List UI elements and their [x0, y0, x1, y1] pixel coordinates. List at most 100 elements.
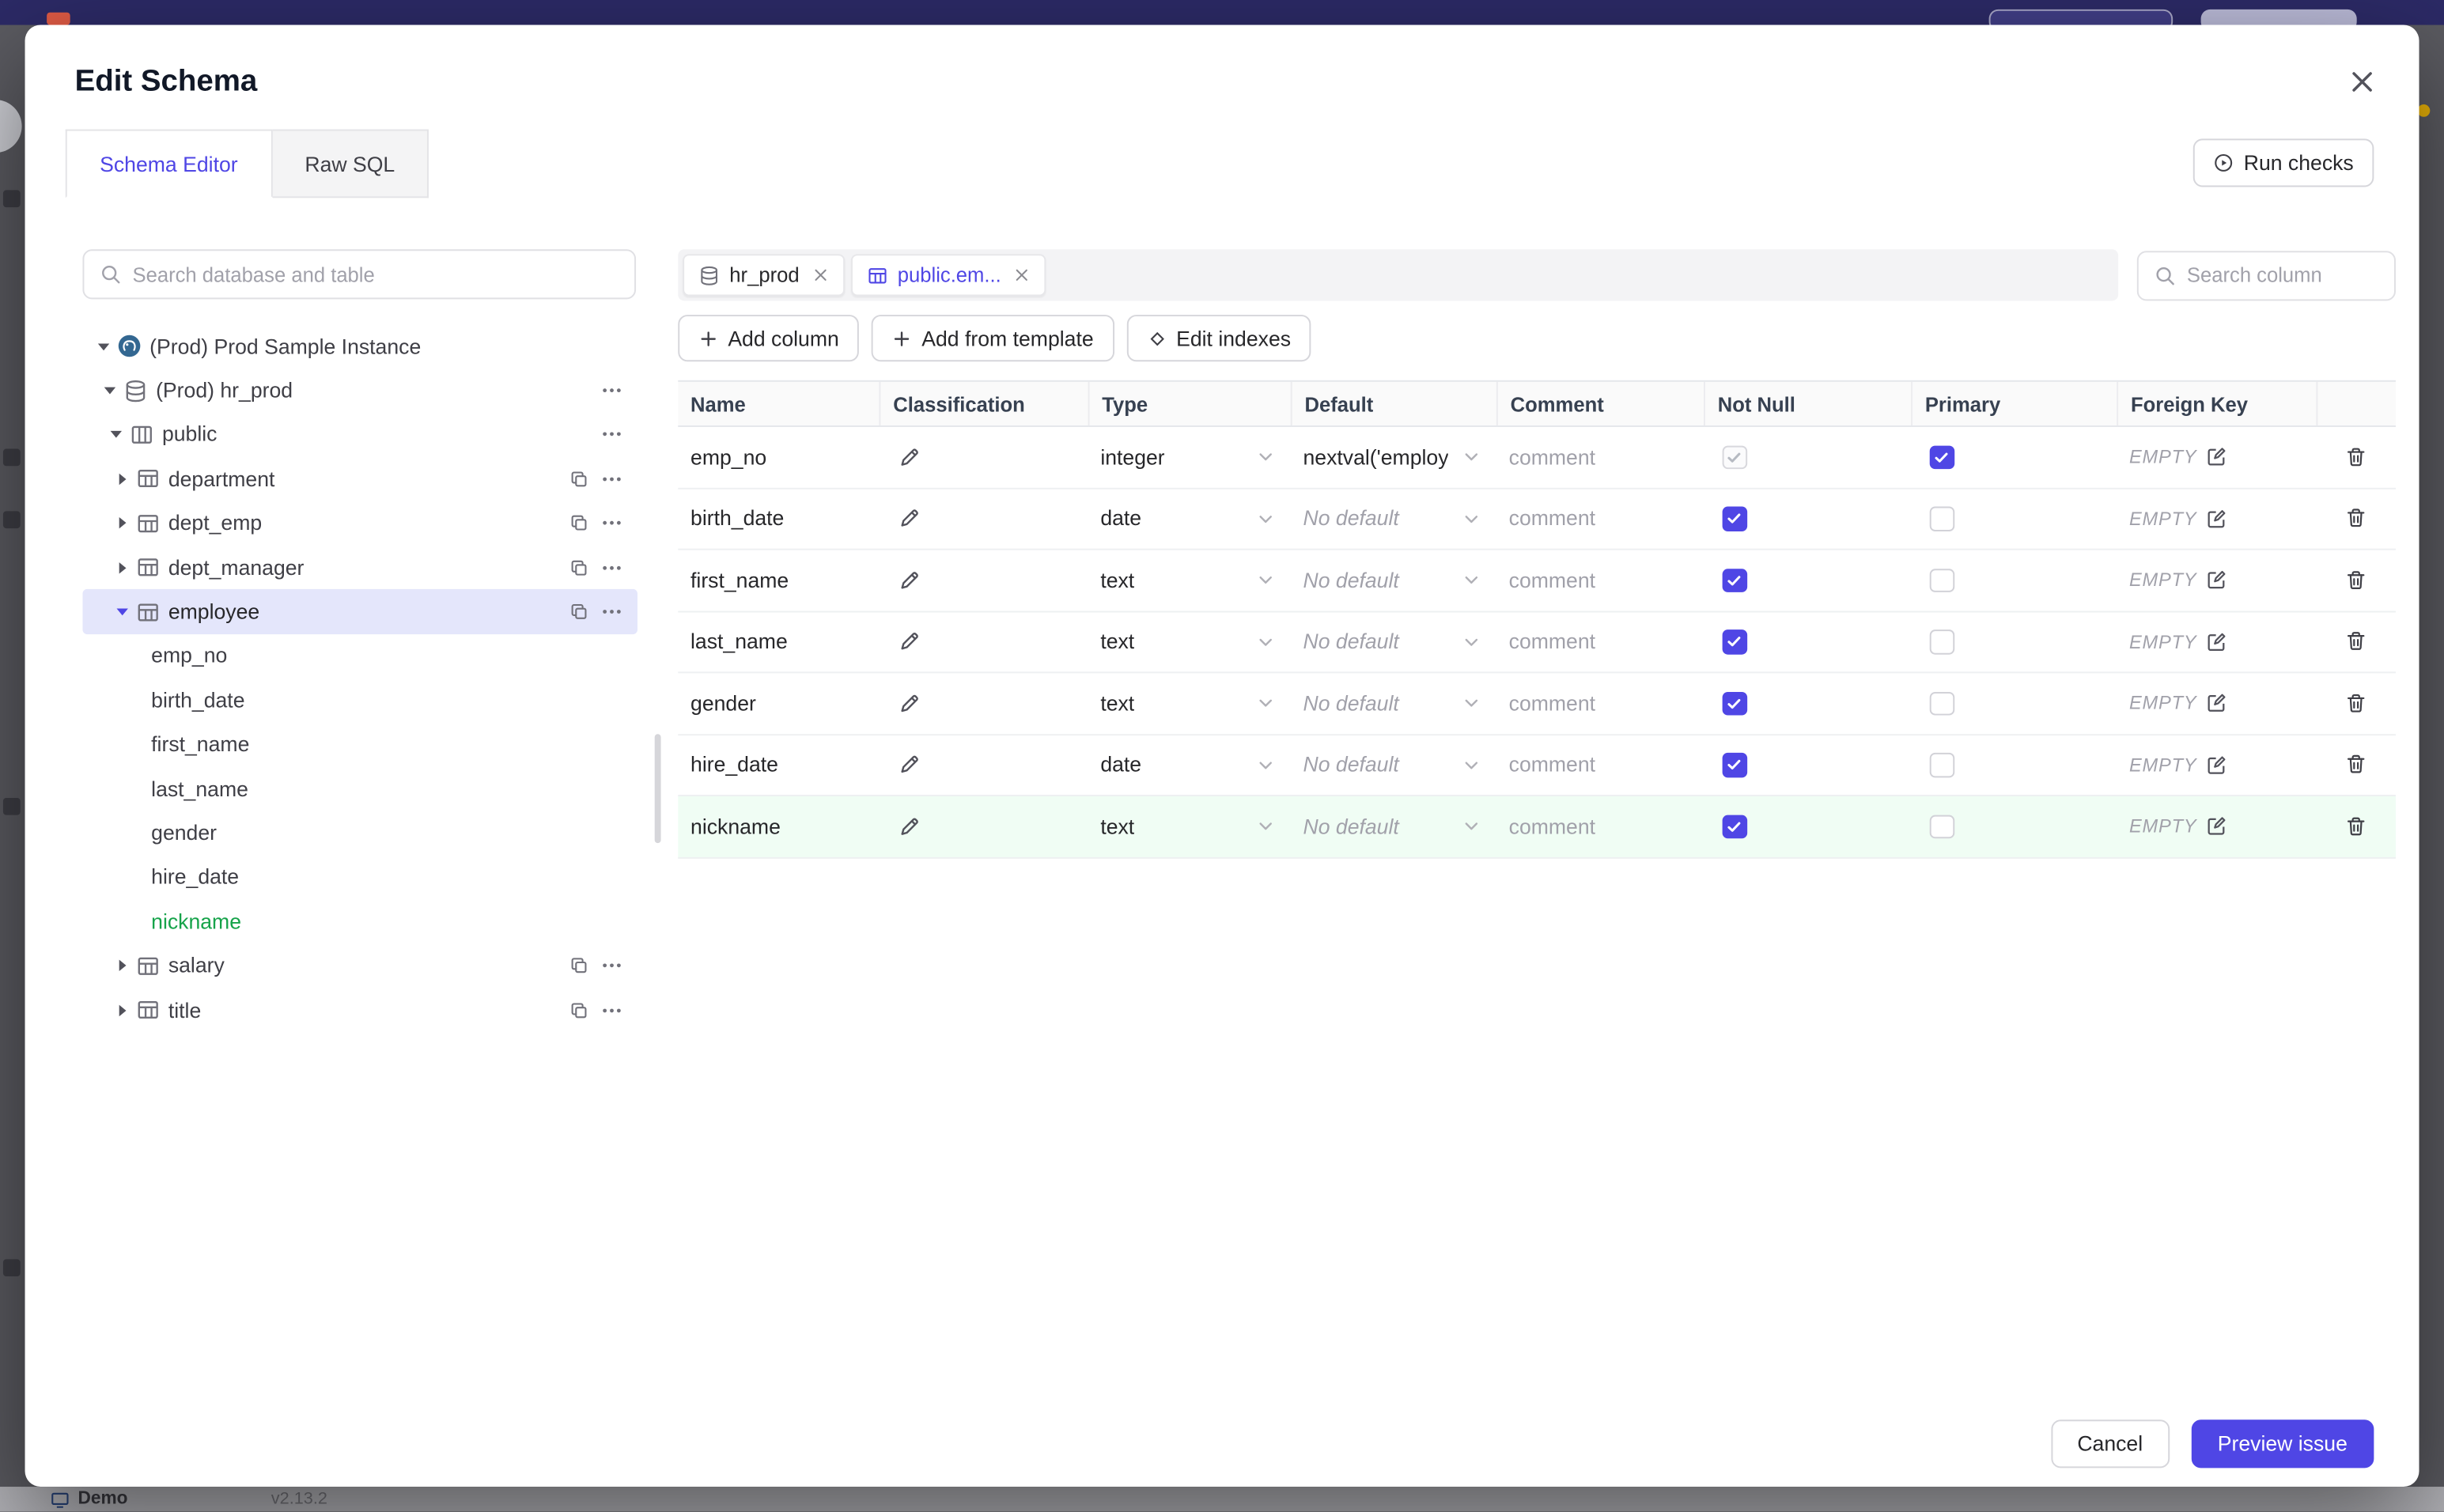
- delete-column-icon[interactable]: [2344, 630, 2368, 654]
- chevron-right-icon[interactable]: [112, 513, 133, 534]
- default-select[interactable]: No default: [1291, 673, 1496, 733]
- preview-issue-button[interactable]: Preview issue: [2191, 1419, 2374, 1469]
- foreign-key-edit-icon[interactable]: [2206, 508, 2228, 530]
- editor-tab-hr-prod[interactable]: hr_prod: [683, 254, 845, 297]
- comment-input[interactable]: comment: [1496, 735, 1704, 795]
- column-name-cell[interactable]: birth_date: [678, 489, 879, 549]
- comment-input[interactable]: comment: [1496, 550, 1704, 610]
- more-menu-icon[interactable]: [600, 556, 624, 580]
- not-null-checkbox[interactable]: [1722, 506, 1747, 531]
- tree-column-birth-date[interactable]: birth_date: [82, 679, 637, 723]
- not-null-checkbox[interactable]: [1722, 444, 1747, 470]
- tree-item-department[interactable]: department: [82, 457, 637, 501]
- column-name-cell[interactable]: nickname: [678, 796, 879, 856]
- tab-schema-editor[interactable]: Schema Editor: [65, 129, 272, 198]
- editor-tab-public-em[interactable]: public.em...: [850, 254, 1046, 297]
- close-icon[interactable]: [2348, 67, 2377, 96]
- add-from-template-button[interactable]: Add from template: [872, 315, 1114, 362]
- copy-icon[interactable]: [569, 469, 589, 490]
- tree-item-title[interactable]: title: [82, 988, 637, 1032]
- edit-indexes-button[interactable]: Edit indexes: [1126, 315, 1311, 362]
- column-name-cell[interactable]: hire_date: [678, 735, 879, 795]
- tree-item-public[interactable]: public: [82, 413, 637, 457]
- copy-icon[interactable]: [569, 955, 589, 976]
- chevron-down-icon[interactable]: [112, 602, 133, 622]
- column-name-cell[interactable]: last_name: [678, 611, 879, 671]
- column-name-cell[interactable]: emp_no: [678, 427, 879, 487]
- delete-column-icon[interactable]: [2344, 691, 2368, 715]
- default-select[interactable]: No default: [1291, 611, 1496, 671]
- tab-raw-sql[interactable]: Raw SQL: [271, 129, 429, 198]
- tree-column-first-name[interactable]: first_name: [82, 722, 637, 766]
- copy-icon[interactable]: [569, 558, 589, 578]
- comment-input[interactable]: comment: [1496, 796, 1704, 856]
- chevron-right-icon[interactable]: [112, 1000, 133, 1020]
- chevron-right-icon[interactable]: [112, 558, 133, 578]
- column-search-input[interactable]: [2186, 263, 2379, 287]
- more-menu-icon[interactable]: [600, 423, 624, 447]
- type-select[interactable]: integer: [1088, 427, 1291, 487]
- database-search-input[interactable]: [132, 263, 619, 286]
- default-select[interactable]: No default: [1291, 550, 1496, 610]
- default-select[interactable]: No default: [1291, 796, 1496, 856]
- tree-item-salary[interactable]: salary: [82, 943, 637, 988]
- delete-column-icon[interactable]: [2344, 507, 2368, 531]
- foreign-key-edit-icon[interactable]: [2206, 446, 2228, 468]
- close-icon[interactable]: [1014, 266, 1031, 284]
- tree-column-emp-no[interactable]: emp_no: [82, 634, 637, 679]
- not-null-checkbox[interactable]: [1722, 568, 1747, 592]
- default-select[interactable]: No default: [1291, 735, 1496, 795]
- delete-column-icon[interactable]: [2344, 753, 2368, 777]
- default-select[interactable]: No default: [1291, 489, 1496, 549]
- tree-column-gender[interactable]: gender: [82, 811, 637, 855]
- tree-scrollbar[interactable]: [653, 734, 660, 844]
- add-column-button[interactable]: Add column: [678, 315, 860, 362]
- type-select[interactable]: text: [1088, 611, 1291, 671]
- cancel-button[interactable]: Cancel: [2050, 1419, 2170, 1469]
- not-null-checkbox[interactable]: [1722, 752, 1747, 777]
- more-menu-icon[interactable]: [600, 379, 624, 403]
- column-name-cell[interactable]: first_name: [678, 550, 879, 610]
- foreign-key-edit-icon[interactable]: [2206, 754, 2228, 776]
- tree-item-dept-manager[interactable]: dept_manager: [82, 546, 637, 590]
- tree-column-hire-date[interactable]: hire_date: [82, 855, 637, 899]
- tree-item-employee[interactable]: employee: [82, 589, 638, 634]
- copy-icon[interactable]: [569, 602, 589, 622]
- primary-checkbox[interactable]: [1929, 629, 1954, 654]
- comment-input[interactable]: comment: [1496, 673, 1704, 733]
- more-menu-icon[interactable]: [600, 954, 624, 977]
- run-checks-button[interactable]: Run checks: [2193, 138, 2374, 187]
- classification-edit-icon[interactable]: [898, 815, 921, 838]
- more-menu-icon[interactable]: [600, 512, 624, 535]
- comment-input[interactable]: comment: [1496, 611, 1704, 671]
- primary-checkbox[interactable]: [1929, 752, 1954, 777]
- primary-checkbox[interactable]: [1929, 444, 1954, 470]
- foreign-key-edit-icon[interactable]: [2206, 692, 2228, 714]
- tree-column-last-name[interactable]: last_name: [82, 766, 637, 811]
- not-null-checkbox[interactable]: [1722, 691, 1747, 716]
- chevron-right-icon[interactable]: [112, 469, 133, 490]
- chevron-right-icon[interactable]: [112, 955, 133, 976]
- primary-checkbox[interactable]: [1929, 568, 1954, 592]
- not-null-checkbox[interactable]: [1722, 629, 1747, 654]
- delete-column-icon[interactable]: [2344, 569, 2368, 592]
- chevron-down-icon[interactable]: [100, 380, 120, 401]
- delete-column-icon[interactable]: [2344, 815, 2368, 838]
- copy-icon[interactable]: [569, 1000, 589, 1020]
- tree-item-dept-emp[interactable]: dept_emp: [82, 501, 637, 546]
- chevron-down-icon[interactable]: [93, 336, 114, 357]
- more-menu-icon[interactable]: [600, 998, 624, 1022]
- close-icon[interactable]: [812, 266, 829, 284]
- classification-edit-icon[interactable]: [898, 507, 921, 531]
- comment-input[interactable]: comment: [1496, 427, 1704, 487]
- tree-item-prod-hr-prod[interactable]: (Prod) hr_prod: [82, 369, 637, 413]
- tree-column-nickname[interactable]: nickname: [82, 899, 637, 943]
- classification-edit-icon[interactable]: [898, 630, 921, 654]
- primary-checkbox[interactable]: [1929, 506, 1954, 531]
- type-select[interactable]: text: [1088, 550, 1291, 610]
- type-select[interactable]: date: [1088, 489, 1291, 549]
- classification-edit-icon[interactable]: [898, 753, 921, 777]
- classification-edit-icon[interactable]: [898, 445, 921, 469]
- copy-icon[interactable]: [569, 513, 589, 534]
- default-select[interactable]: nextval('employ: [1291, 427, 1496, 487]
